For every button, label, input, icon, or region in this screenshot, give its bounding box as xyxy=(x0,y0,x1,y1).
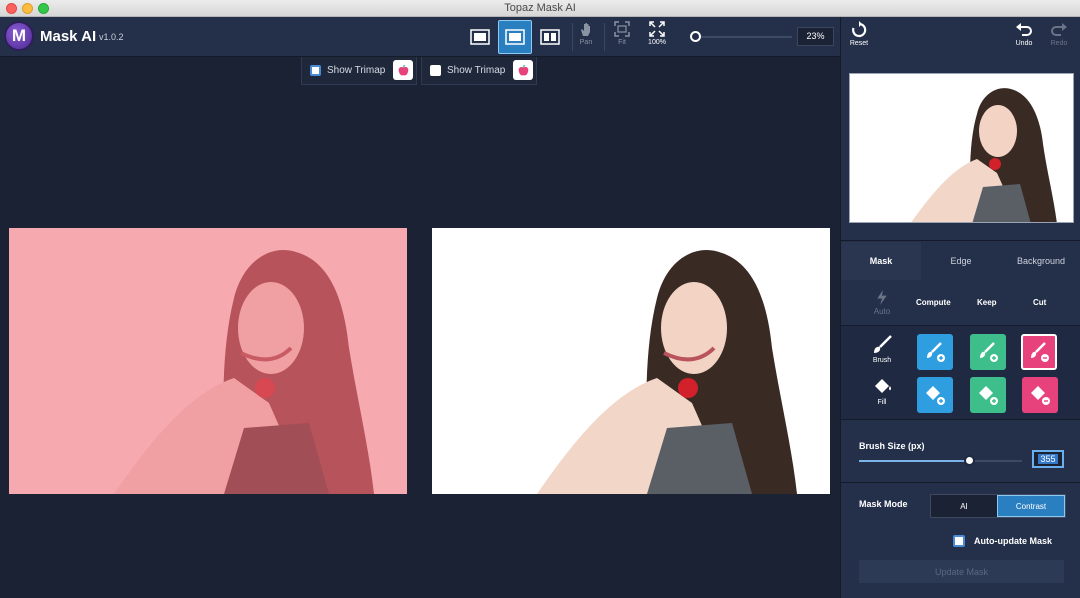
original-image[interactable] xyxy=(432,228,830,494)
navigator-preview[interactable] xyxy=(849,73,1074,223)
undo-label: Undo xyxy=(1015,40,1033,47)
paint-bucket-icon xyxy=(875,379,891,393)
right-trimap-label: Show Trimap xyxy=(447,65,506,76)
sidebar-tabs: Mask Edge Background xyxy=(841,242,1080,280)
reset-label: Reset xyxy=(849,40,869,47)
redo-label: Redo xyxy=(1050,40,1068,47)
fit-button[interactable]: Fit xyxy=(607,21,637,46)
brush-size-label: Brush Size (px) xyxy=(859,441,925,451)
toolbar-divider xyxy=(604,23,605,51)
keep-brush-icon xyxy=(980,342,998,362)
tool-column-headers: Auto Compute Keep Cut xyxy=(841,285,1080,325)
brush-size-value: 355 xyxy=(1038,454,1058,464)
brush-label: Brush xyxy=(872,357,892,364)
sidebar-divider xyxy=(841,240,1080,241)
cut-brush-button[interactable] xyxy=(1021,334,1057,370)
update-mask-button[interactable]: Update Mask xyxy=(859,560,1064,583)
single-view-icon xyxy=(470,29,490,45)
auto-label: Auto xyxy=(873,307,891,316)
mask-mode-ai-option[interactable]: AI xyxy=(931,495,997,517)
lightning-icon xyxy=(877,290,887,305)
zoom-slider-handle[interactable] xyxy=(690,31,701,42)
auto-update-checkbox[interactable] xyxy=(953,535,965,547)
compute-fill-icon xyxy=(926,386,945,405)
navigator-thumbnail xyxy=(850,74,1073,222)
mask-mode-label: Mask Mode xyxy=(859,499,908,509)
compute-brush-icon xyxy=(927,342,945,362)
redo-button[interactable]: Redo xyxy=(1044,21,1074,47)
undo-button[interactable]: Undo xyxy=(1009,21,1039,47)
pan-label: Pan xyxy=(579,39,593,46)
side-by-side-view-icon xyxy=(540,29,560,45)
mask-mode-contrast-option[interactable]: Contrast xyxy=(997,495,1065,517)
zoom-value-field[interactable]: 23% xyxy=(797,27,834,46)
left-trimap-checkbox[interactable] xyxy=(310,65,321,76)
mask-tool-grid: Brush Fill xyxy=(841,325,1080,420)
mask-mode-segmented-control: AI Contrast xyxy=(930,494,1066,518)
tab-edge[interactable]: Edge xyxy=(921,242,1001,280)
brush-size-input[interactable]: 355 xyxy=(1032,450,1064,468)
compute-column-label: Compute xyxy=(916,298,951,307)
app-logo-icon: M xyxy=(4,21,34,51)
left-apple-button[interactable] xyxy=(393,60,413,80)
left-trimap-label: Show Trimap xyxy=(327,65,386,76)
sidebar-divider xyxy=(841,482,1080,483)
fit-label: Fit xyxy=(618,39,626,46)
window-titlebar: Topaz Mask AI xyxy=(0,0,1080,17)
brush-size-slider-fill xyxy=(859,460,969,462)
auto-button[interactable]: Auto xyxy=(869,290,895,316)
reset-icon xyxy=(852,21,867,38)
fit-icon xyxy=(614,21,630,37)
hand-icon xyxy=(581,23,590,36)
window-title: Topaz Mask AI xyxy=(504,2,576,14)
undo-icon xyxy=(1016,23,1032,36)
side-by-side-view-button[interactable] xyxy=(533,20,567,54)
auto-update-label: Auto-update Mask xyxy=(974,536,1053,546)
fill-label: Fill xyxy=(877,399,887,406)
right-trimap-toggle: Show Trimap xyxy=(421,57,537,85)
right-sidebar: Mask Edge Background Auto Compute Keep C… xyxy=(840,57,1080,598)
tab-mask[interactable]: Mask xyxy=(841,242,921,280)
sidebar-toolbar: Reset Undo Redo xyxy=(840,17,1080,57)
expand-icon xyxy=(649,21,665,37)
keep-fill-button[interactable] xyxy=(970,377,1006,413)
masked-portrait-photo xyxy=(9,228,407,494)
app-name: Mask AI xyxy=(40,28,97,45)
keep-column-label: Keep xyxy=(977,298,997,307)
brush-tool-label: Brush xyxy=(867,334,897,364)
app-version: v1.0.2 xyxy=(99,32,124,42)
right-apple-button[interactable] xyxy=(513,60,533,80)
zoom-100-label: 100% xyxy=(648,39,666,46)
keep-brush-button[interactable] xyxy=(970,334,1006,370)
cut-fill-button[interactable] xyxy=(1022,377,1058,413)
fill-tool-label: Fill xyxy=(867,376,897,406)
mask-preview-image[interactable] xyxy=(9,228,407,494)
tab-background[interactable]: Background xyxy=(1001,242,1080,280)
pan-button[interactable]: Pan xyxy=(571,21,601,46)
redo-icon xyxy=(1051,23,1067,36)
split-view-icon xyxy=(505,29,525,45)
brush-size-slider-handle[interactable] xyxy=(964,455,975,466)
cut-brush-icon xyxy=(1031,342,1049,362)
compute-brush-button[interactable] xyxy=(917,334,953,370)
zoom-100-button[interactable]: 100% xyxy=(642,21,672,46)
left-trimap-toggle: Show Trimap xyxy=(301,57,417,85)
split-view-button[interactable] xyxy=(498,20,532,54)
reset-button[interactable]: Reset xyxy=(844,21,874,47)
cut-column-label: Cut xyxy=(1033,298,1047,307)
zoom-slider-track[interactable] xyxy=(697,36,792,38)
apple-icon xyxy=(518,64,528,75)
original-portrait-photo xyxy=(432,228,830,494)
brush-icon xyxy=(874,335,892,353)
right-trimap-checkbox[interactable] xyxy=(430,65,441,76)
apple-icon xyxy=(398,64,408,75)
cut-fill-icon xyxy=(1031,386,1050,405)
single-view-button[interactable] xyxy=(463,20,497,54)
compute-fill-button[interactable] xyxy=(917,377,953,413)
keep-fill-icon xyxy=(979,386,998,405)
